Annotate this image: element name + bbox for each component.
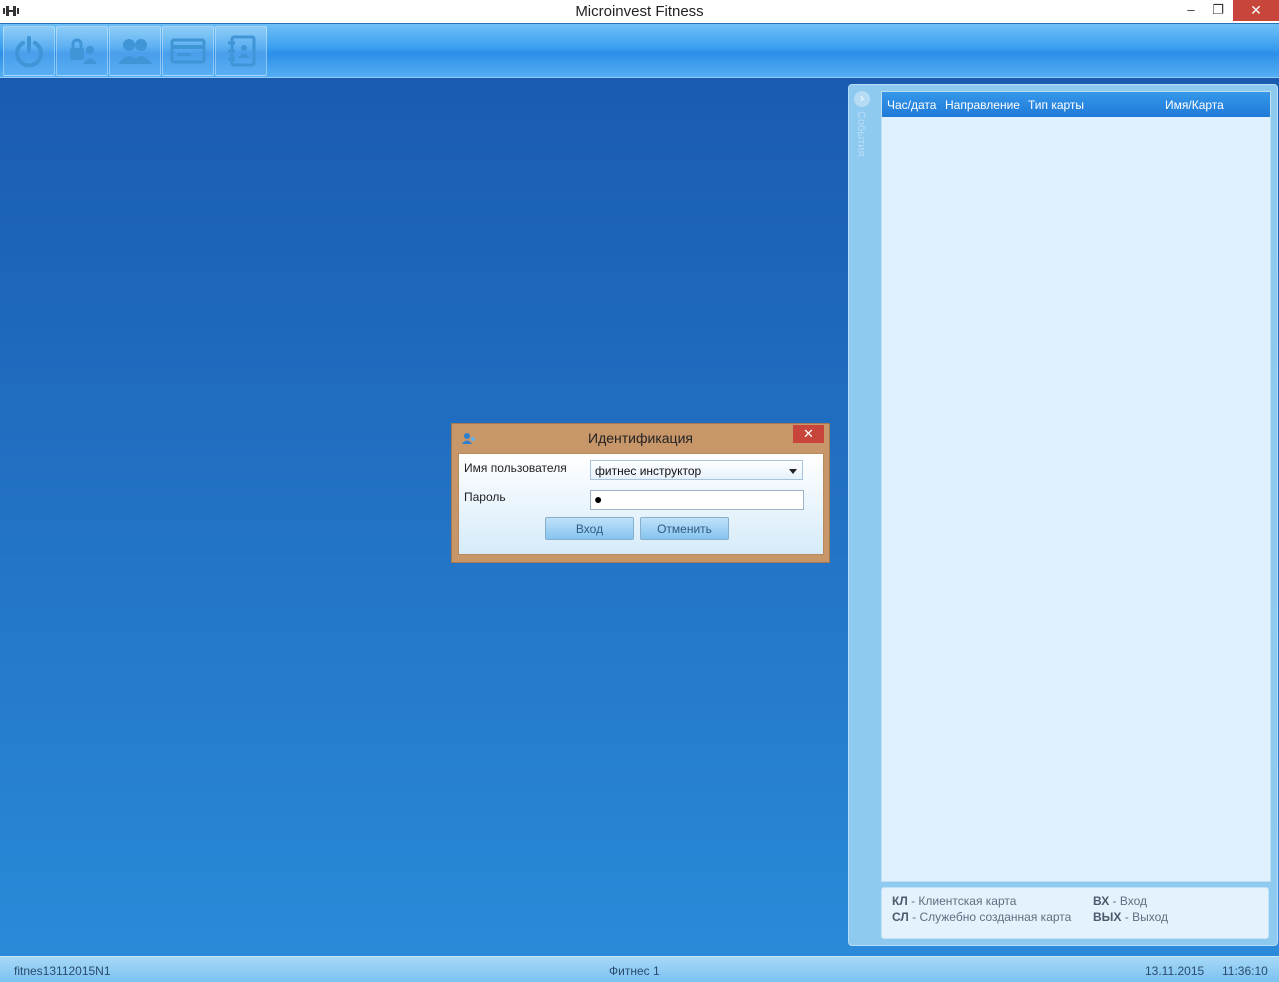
events-side-label[interactable]: События	[855, 111, 867, 156]
status-bar: fitnes13112015N1 Фитнес 1 13.11.2015 11:…	[0, 956, 1279, 982]
legend-code: СЛ	[892, 910, 909, 924]
column-header-time[interactable]: Час/дата	[887, 98, 936, 112]
username-select[interactable]: фитнес инструктор	[590, 460, 803, 480]
legend-text: - Выход	[1121, 910, 1168, 924]
main-toolbar	[0, 24, 1279, 78]
column-header-card-type[interactable]: Тип карты	[1028, 98, 1084, 112]
lock-user-icon	[70, 38, 97, 64]
status-location: Фитнес 1	[609, 964, 660, 978]
legend-text: - Вход	[1109, 894, 1148, 908]
status-time: 11:36:10	[1222, 964, 1268, 978]
username-label: Имя пользователя	[464, 461, 567, 475]
chevron-right-icon[interactable]: ›	[854, 91, 870, 107]
legend-item-vyh: ВЫХ - Выход	[1093, 910, 1168, 924]
legend-code: КЛ	[892, 894, 908, 908]
window-title: Microinvest Fitness	[575, 3, 704, 20]
legend-item-vh: ВХ - Вход	[1093, 894, 1147, 908]
power-icon	[15, 36, 43, 68]
legend-text: - Клиентская карта	[907, 894, 1017, 908]
events-table-header: Час/дата Направление Тип карты Имя/Карта	[882, 92, 1270, 117]
dialog-close-button[interactable]: ✕	[793, 425, 824, 443]
login-dialog: Идентификация ✕ Имя пользователя фитнес …	[451, 423, 830, 563]
column-header-name-card[interactable]: Имя/Карта	[1165, 98, 1224, 112]
events-table: Час/дата Направление Тип карты Имя/Карта	[881, 91, 1271, 882]
login-button[interactable]: Вход	[545, 517, 634, 540]
password-label: Пароль	[464, 490, 506, 504]
card-icon	[170, 38, 206, 64]
legend-text: - Служебно созданная карта	[908, 910, 1072, 924]
column-header-direction[interactable]: Направление	[945, 98, 1020, 112]
chevron-down-icon[interactable]	[789, 469, 797, 474]
legend-code: ВХ	[1093, 894, 1110, 908]
events-side-strip: › События	[849, 85, 875, 945]
window-titlebar: Microinvest Fitness ‒ ❐ ✕	[0, 0, 1279, 24]
events-panel: › События Час/дата Направление Тип карты…	[848, 84, 1278, 946]
close-button[interactable]: ✕	[1233, 0, 1279, 21]
minimize-button[interactable]: ‒	[1180, 0, 1202, 21]
users-button[interactable]	[109, 26, 161, 76]
book-button[interactable]	[215, 26, 267, 76]
dialog-body: Имя пользователя фитнес инструктор Парол…	[458, 453, 824, 555]
password-input[interactable]: ●	[590, 490, 804, 510]
status-database: fitnes13112015N1	[14, 964, 111, 978]
legend-item-kl: КЛ - Клиентская карта	[892, 894, 1016, 908]
book-icon	[228, 35, 256, 67]
legend-item-sl: СЛ - Служебно созданная карта	[892, 910, 1071, 924]
power-button[interactable]	[3, 26, 55, 76]
events-legend: КЛ - Клиентская карта СЛ - Служебно созд…	[881, 887, 1269, 939]
dialog-title: Идентификация	[588, 430, 693, 446]
cancel-button[interactable]: Отменить	[640, 517, 729, 540]
card-button[interactable]	[162, 26, 214, 76]
lock-users-button[interactable]	[56, 26, 108, 76]
users-icon	[118, 39, 152, 64]
legend-code: ВЫХ	[1093, 910, 1122, 924]
username-value: фитнес инструктор	[595, 464, 702, 478]
status-date: 13.11.2015	[1145, 964, 1205, 978]
maximize-button[interactable]: ❐	[1206, 0, 1230, 21]
